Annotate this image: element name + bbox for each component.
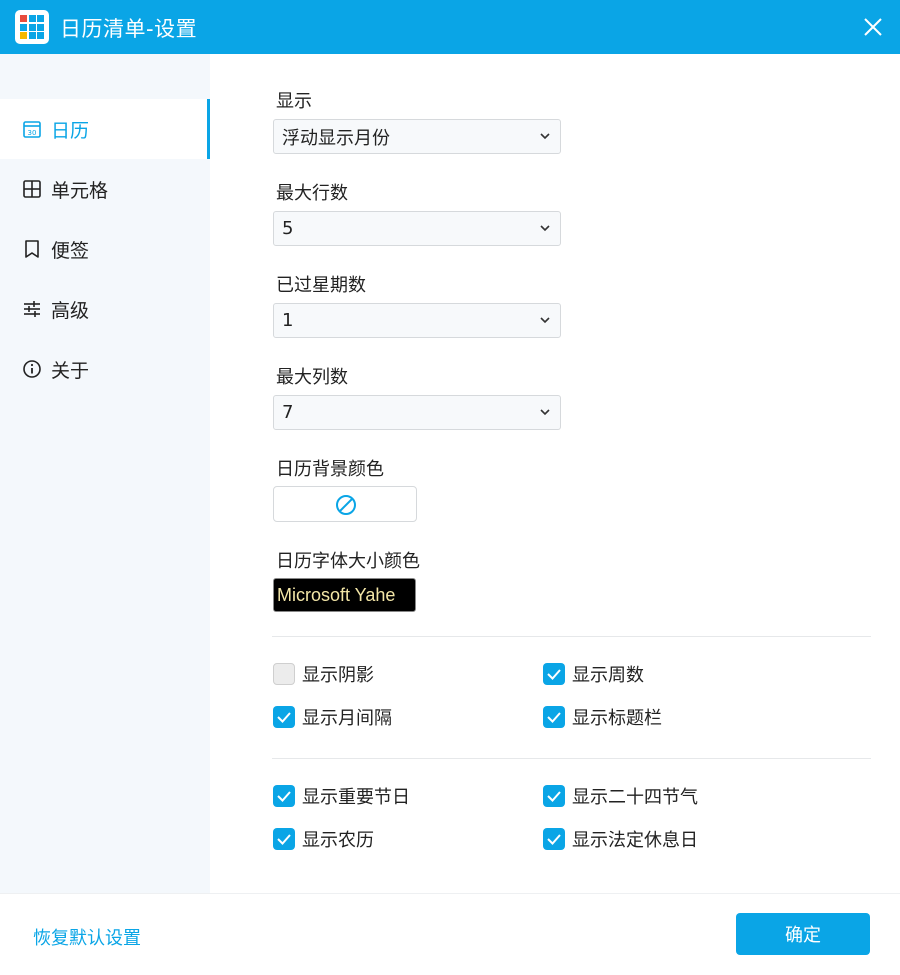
close-button[interactable] <box>860 14 886 40</box>
window-title: 日历清单-设置 <box>60 17 198 41</box>
sidebar-item-cells[interactable]: 单元格 <box>0 159 210 219</box>
check-icon <box>273 828 295 850</box>
divider <box>272 636 871 637</box>
check-icon <box>543 828 565 850</box>
display-label: 显示 <box>276 91 312 112</box>
max-rows-select[interactable]: 5 <box>273 211 561 246</box>
show-shadow-checkbox[interactable]: 显示阴影 <box>273 661 374 687</box>
past-weeks-select[interactable]: 1 <box>273 303 561 338</box>
ok-button[interactable]: 确定 <box>736 913 870 955</box>
select-value: 7 <box>282 402 294 423</box>
checkbox-label: 显示周数 <box>572 665 644 686</box>
checkbox-label: 显示标题栏 <box>572 708 662 729</box>
checkbox-label: 显示阴影 <box>302 665 374 686</box>
show-festivals-checkbox[interactable]: 显示重要节日 <box>273 783 410 809</box>
select-value: 浮动显示月份 <box>282 127 390 149</box>
chevron-down-icon <box>540 317 550 324</box>
footer: 恢复默认设置 确定 <box>0 893 900 975</box>
chevron-down-icon <box>540 409 550 416</box>
max-rows-label: 最大行数 <box>276 183 348 204</box>
sidebar-item-label: 高级 <box>51 299 90 322</box>
calendar-icon: 30 <box>23 121 41 138</box>
bookmark-icon <box>25 240 39 258</box>
bg-color-label: 日历背景颜色 <box>276 459 384 480</box>
sidebar: 30 日历 单元格 便签 高级 关于 <box>0 54 210 893</box>
show-holidays-checkbox[interactable]: 显示法定休息日 <box>543 826 698 852</box>
checkbox-label: 显示重要节日 <box>302 787 410 808</box>
display-select[interactable]: 浮动显示月份 <box>273 119 561 154</box>
app-grid-icon <box>15 10 49 44</box>
sliders-icon <box>24 301 40 317</box>
check-icon <box>543 663 565 685</box>
info-icon <box>23 360 41 378</box>
past-weeks-label: 已过星期数 <box>276 275 366 296</box>
checkbox-label: 显示农历 <box>302 830 374 851</box>
bg-color-picker-button[interactable] <box>273 486 417 522</box>
sidebar-item-label: 日历 <box>51 119 90 142</box>
settings-panel: 显示 浮动显示月份 最大行数 5 已过星期数 1 最大列数 7 日历背景颜色 日… <box>210 54 900 893</box>
chevron-down-icon <box>540 133 550 140</box>
show-week-number-checkbox[interactable]: 显示周数 <box>543 661 644 687</box>
sidebar-item-label: 单元格 <box>51 179 109 202</box>
checkbox-label: 显示法定休息日 <box>572 830 698 851</box>
show-month-gap-checkbox[interactable]: 显示月间隔 <box>273 704 392 730</box>
sidebar-item-label: 便签 <box>51 239 90 262</box>
font-picker-button[interactable]: Microsoft Yahe <box>273 578 416 612</box>
close-icon <box>864 18 882 36</box>
show-solar-terms-checkbox[interactable]: 显示二十四节气 <box>543 783 698 809</box>
check-icon <box>273 706 295 728</box>
checkbox-unchecked <box>273 663 295 685</box>
svg-text:30: 30 <box>28 129 37 137</box>
checkbox-label: 显示二十四节气 <box>572 787 698 808</box>
check-icon <box>273 785 295 807</box>
divider <box>272 758 871 759</box>
sidebar-item-advanced[interactable]: 高级 <box>0 279 210 339</box>
no-color-icon <box>336 495 356 515</box>
checkbox-label: 显示月间隔 <box>302 708 392 729</box>
select-value: 5 <box>282 218 294 239</box>
check-icon <box>543 706 565 728</box>
sidebar-item-label: 关于 <box>51 359 90 382</box>
grid-icon <box>23 180 41 198</box>
max-cols-select[interactable]: 7 <box>273 395 561 430</box>
restore-defaults-link[interactable]: 恢复默认设置 <box>33 924 141 950</box>
font-label: 日历字体大小颜色 <box>276 551 420 572</box>
chevron-down-icon <box>540 225 550 232</box>
max-cols-label: 最大列数 <box>276 367 348 388</box>
title-bar: 日历清单-设置 <box>0 0 900 54</box>
check-icon <box>543 785 565 807</box>
sidebar-item-about[interactable]: 关于 <box>0 339 210 399</box>
select-value: 1 <box>282 310 294 331</box>
show-titlebar-checkbox[interactable]: 显示标题栏 <box>543 704 662 730</box>
font-preview-text: Microsoft Yahe <box>277 584 396 605</box>
sidebar-item-notes[interactable]: 便签 <box>0 219 210 279</box>
show-lunar-checkbox[interactable]: 显示农历 <box>273 826 374 852</box>
sidebar-item-calendar[interactable]: 30 日历 <box>0 99 210 159</box>
